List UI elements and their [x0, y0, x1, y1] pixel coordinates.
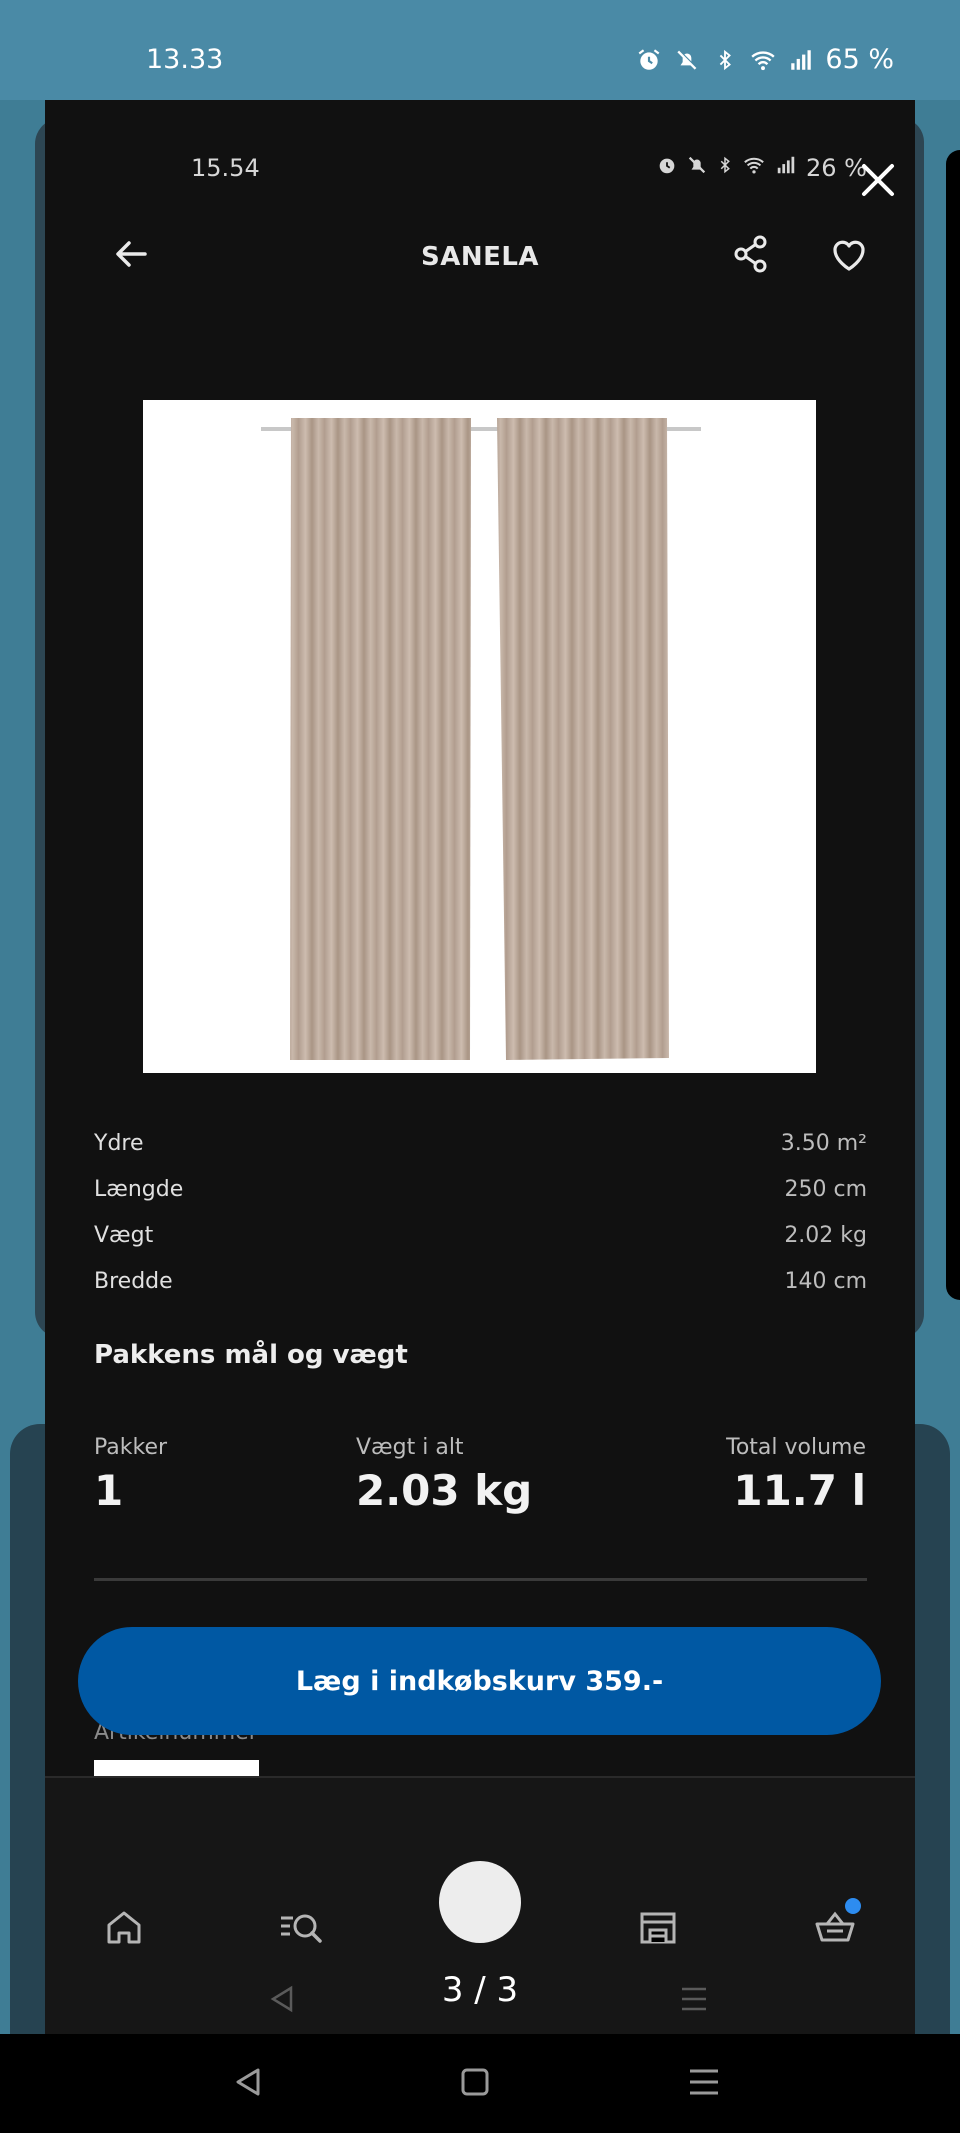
- outer-battery-text: 65 %: [825, 44, 894, 75]
- nav-stores[interactable]: [634, 1904, 682, 1952]
- spec-value: 2.02 kg: [784, 1222, 867, 1248]
- wifi-icon: [742, 154, 766, 182]
- basket-badge: [845, 1898, 861, 1914]
- packages-count: Pakker 1: [94, 1435, 167, 1515]
- home-icon: [107, 1911, 141, 1944]
- heart-icon: [833, 240, 865, 271]
- spec-value: 3.50 m²: [780, 1130, 867, 1156]
- home-square-icon: [461, 2068, 489, 2096]
- system-navigation-bar: [0, 2034, 960, 2133]
- share-icon: [734, 235, 767, 273]
- nav-search[interactable]: [277, 1904, 325, 1952]
- volume-value: 11.7 l: [733, 1466, 866, 1515]
- packages-value: 1: [94, 1466, 124, 1515]
- image-pager: 3 / 3: [441, 1970, 519, 2010]
- page-title: SANELA: [420, 242, 540, 272]
- background-edge: [946, 150, 960, 1300]
- system-recents-button[interactable]: [684, 2062, 724, 2102]
- spec-value: 140 cm: [784, 1268, 867, 1294]
- system-back-button[interactable]: [228, 2062, 268, 2102]
- bluetooth-icon: [711, 46, 739, 74]
- volume-label: Total volume: [726, 1435, 866, 1460]
- recents-lines-icon: [690, 2069, 718, 2095]
- nav-home[interactable]: [100, 1904, 148, 1952]
- signal-icon: [774, 154, 798, 182]
- add-to-cart-button[interactable]: Læg i indkøbskurv 359.-: [78, 1627, 881, 1735]
- mute-icon: [686, 154, 708, 182]
- spec-row: Ydre 3.50 m²: [94, 1120, 867, 1166]
- spec-value: 250 cm: [784, 1176, 867, 1202]
- screenshot-preview: 15.54 26 % SANELA Ydre 3.50 m² Længde 25…: [45, 100, 915, 2034]
- nav-basket[interactable]: [811, 1898, 861, 1952]
- outer-status-icons: 65 %: [635, 44, 894, 75]
- close-icon: [862, 164, 894, 196]
- product-image[interactable]: [143, 400, 816, 1073]
- back-triangle-icon: [236, 2068, 260, 2096]
- spec-label: Længde: [94, 1176, 184, 1202]
- package-section-title: Pakkens mål og vægt: [94, 1340, 408, 1370]
- favorite-button[interactable]: [825, 230, 873, 278]
- nav-center-button[interactable]: [439, 1861, 521, 1943]
- inner-status-icons: 26 %: [656, 154, 867, 182]
- spec-row: Længde 250 cm: [94, 1166, 867, 1212]
- section-divider: [94, 1578, 867, 1581]
- spec-row: Vægt 2.02 kg: [94, 1212, 867, 1258]
- system-home-button[interactable]: [455, 2062, 495, 2102]
- spec-row: Bredde 140 cm: [94, 1258, 867, 1304]
- packages-label: Pakker: [94, 1435, 168, 1460]
- weight-label: Vægt i alt: [356, 1435, 464, 1460]
- search-list-icon: [281, 1914, 322, 1943]
- spec-label: Bredde: [94, 1268, 173, 1294]
- mute-icon: [673, 46, 701, 74]
- curtain-illustration: [261, 418, 701, 1060]
- signal-icon: [787, 46, 815, 74]
- product-specs: Ydre 3.50 m² Længde 250 cm Vægt 2.02 kg …: [94, 1120, 867, 1304]
- total-weight: Vægt i alt 2.03 kg: [356, 1435, 532, 1515]
- alarm-icon: [635, 46, 663, 74]
- weight-value: 2.03 kg: [356, 1466, 533, 1515]
- total-volume: Total volume 11.7 l: [726, 1435, 866, 1515]
- inner-status-time: 15.54: [191, 154, 260, 182]
- outer-status-time: 13.33: [146, 44, 224, 75]
- close-button[interactable]: [854, 156, 902, 204]
- wifi-icon: [749, 46, 777, 74]
- store-icon: [640, 1912, 676, 1944]
- spec-label: Vægt: [94, 1222, 154, 1248]
- outer-status-bar: 13.33 65 %: [0, 0, 960, 100]
- share-button[interactable]: [727, 230, 775, 278]
- spec-label: Ydre: [94, 1130, 144, 1156]
- bluetooth-icon: [716, 154, 734, 182]
- alarm-icon: [656, 154, 678, 182]
